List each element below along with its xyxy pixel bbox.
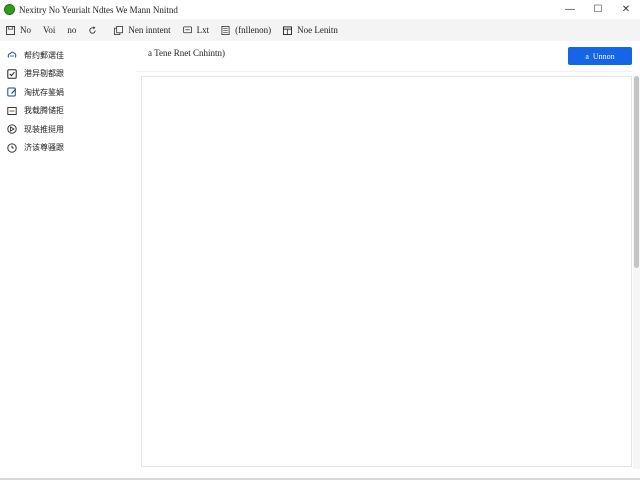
toolbar-item-label: No (20, 25, 31, 35)
sidebar-item-label: 济该尊骚跟 (24, 143, 64, 153)
close-button[interactable]: ✕ (612, 0, 640, 19)
checkbox-icon (7, 69, 17, 79)
toolbar-item-lxt[interactable]: Lxt (182, 25, 210, 35)
window-title: Nexitry No Yeurialt Ndtes We Mann Nnitnd (19, 4, 178, 15)
toolbar-item-label: Nen inntent (128, 25, 171, 35)
navigation-icon (7, 124, 17, 134)
document-icon (221, 25, 230, 35)
sidebar-item-label: 帮约郵選佳 (24, 50, 64, 60)
sidebar-item-label: 淘扰存鉴娟 (24, 87, 64, 97)
toolbar-item-refresh[interactable] (88, 25, 102, 35)
minimize-button[interactable]: — (556, 0, 584, 19)
sidebar-item-4[interactable]: 我载腾储拒 (0, 102, 136, 121)
primary-action-button[interactable]: a Unnon (568, 47, 632, 65)
toolbar-item-label: Lxt (196, 25, 210, 35)
toolbar-item-label: (fnllenon) (235, 25, 272, 35)
main-header: a Tene Rnet Cnhintn) a Unnon (136, 41, 640, 71)
toolbar-item-no-2[interactable]: no (67, 25, 76, 35)
sidebar-item-3[interactable]: 淘扰存鉴娟 (0, 83, 136, 102)
sidebar-item-2[interactable]: 港异剔都跟 (0, 65, 136, 84)
content-panel[interactable] (141, 76, 632, 467)
button-icon: a (585, 51, 589, 61)
scrollbar-thumb[interactable] (634, 76, 639, 268)
save-icon (6, 25, 15, 35)
sidebar-item-label: 现装推挺用 (24, 124, 64, 134)
toolbar-item-no[interactable]: No (6, 25, 31, 35)
toolbar-item-calendar[interactable]: Noe Lenitn (283, 25, 338, 35)
toolbar: No Voi no Nen inntent Lxt (fnllenon) Noe… (0, 19, 640, 41)
sidebar-item-6[interactable]: 济该尊骚跟 (0, 139, 136, 158)
edit-icon (7, 87, 17, 97)
toolbar-item-content[interactable]: Nen inntent (114, 25, 171, 35)
toolbar-item-document[interactable]: (fnllenon) (221, 25, 271, 35)
window-controls: — ☐ ✕ (556, 0, 640, 19)
divider (136, 71, 633, 72)
calendar-icon (283, 25, 293, 35)
title-bar: Nexitry No Yeurialt Ndtes We Mann Nnitnd… (0, 0, 640, 19)
sidebar-item-1[interactable]: 帮约郵選佳 (0, 46, 136, 65)
sidebar-item-5[interactable]: 现装推挺用 (0, 120, 136, 139)
toolbar-item-label: Noe Lenitn (297, 25, 338, 35)
maximize-button[interactable]: ☐ (584, 0, 612, 19)
scrollbar[interactable] (633, 76, 640, 469)
app-logo-icon (4, 4, 15, 15)
sidebar-item-label: 港异剔都跟 (24, 69, 64, 79)
toolbar-item-voi[interactable]: Voi (43, 25, 55, 35)
sidebar-item-label: 我载腾储拒 (24, 106, 64, 116)
clock-icon (7, 143, 17, 153)
refresh-icon (88, 25, 97, 35)
toolbar-item-label: Voi (43, 25, 56, 35)
toolbar-item-label: no (67, 25, 77, 35)
comment-icon (182, 25, 192, 35)
cloud-icon (7, 50, 17, 60)
page-title: a Tene Rnet Cnhintn) (148, 48, 225, 58)
primary-action-label: Unnon (592, 51, 615, 61)
copy-icon (114, 25, 124, 35)
panel-icon (7, 106, 17, 116)
sidebar: 帮约郵選佳 港异剔都跟 淘扰存鉴娟 我载腾储拒 现装推挺用 济该尊骚跟 (0, 41, 136, 478)
